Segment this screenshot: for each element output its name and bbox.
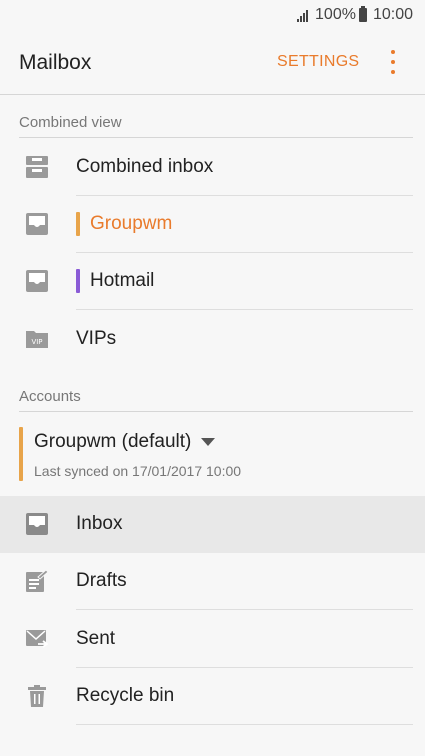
drafts-icon (26, 570, 48, 592)
battery-icon (358, 6, 367, 22)
vip-folder-icon: VIP (26, 331, 48, 348)
hotmail-color-bar (76, 269, 80, 293)
combined-vips-item[interactable]: VIP VIPs (0, 311, 425, 368)
section-header-accounts: Accounts (19, 388, 413, 412)
folder-inbox-label: Inbox (76, 513, 123, 534)
combined-groupwm-item[interactable]: Groupwm (0, 196, 425, 253)
folder-inbox-item[interactable]: Inbox (0, 496, 425, 553)
inbox-tray-icon (26, 513, 48, 535)
account-selector[interactable]: Groupwm (default) Last synced on 17/01/2… (0, 412, 425, 494)
groupwm-color-bar (76, 212, 80, 236)
more-options-icon[interactable] (389, 50, 397, 74)
inbox-tray-icon (26, 270, 48, 292)
account-name: Groupwm (default) (34, 431, 192, 452)
signal-icon (297, 9, 309, 22)
groupwm-label: Groupwm (90, 213, 173, 234)
folder-sent-label: Sent (76, 628, 116, 649)
clock: 10:00 (372, 6, 413, 23)
sent-icon (26, 630, 48, 648)
folder-recycle-bin-item[interactable]: Recycle bin (0, 668, 425, 725)
folder-recycle-bin-label: Recycle bin (76, 685, 175, 706)
folder-sent-item[interactable]: Sent (0, 611, 425, 668)
combined-inbox-icon (26, 156, 48, 178)
combined-inbox-label: Combined inbox (76, 156, 214, 177)
section-header-combined-view: Combined view (19, 114, 413, 138)
last-synced-text: Last synced on 17/01/2017 10:00 (34, 463, 242, 479)
folder-drafts-item[interactable]: Drafts (0, 553, 425, 610)
combined-inbox-item[interactable]: Combined inbox (0, 139, 425, 196)
dropdown-arrow-icon[interactable] (201, 437, 216, 446)
battery-percent: 100% (315, 6, 356, 23)
folder-drafts-label: Drafts (76, 570, 127, 591)
settings-button[interactable]: SETTINGS (277, 53, 359, 71)
combined-hotmail-item[interactable]: Hotmail (0, 253, 425, 310)
status-bar: 100% 10:00 (0, 0, 425, 30)
account-color-bar (19, 427, 23, 481)
trash-icon (28, 685, 46, 707)
inbox-tray-icon (26, 213, 48, 235)
vips-label: VIPs (76, 328, 117, 349)
app-bar: Mailbox SETTINGS (0, 30, 425, 95)
page-title: Mailbox (19, 51, 92, 74)
hotmail-label: Hotmail (90, 270, 155, 291)
svg-text:VIP: VIP (31, 338, 42, 346)
